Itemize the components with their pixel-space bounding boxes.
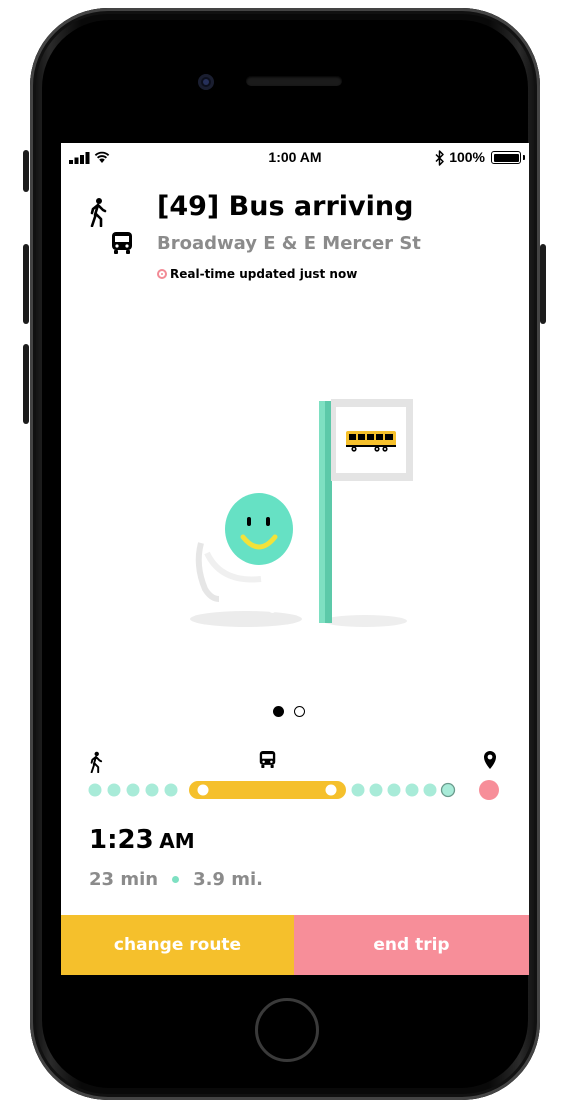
walk-segment-dot bbox=[126, 783, 140, 797]
realtime-label: Real-time updated just now bbox=[170, 267, 358, 281]
bus-alight-stop-dot bbox=[325, 784, 337, 796]
carousel-pager bbox=[273, 706, 305, 717]
arrival-time: 1:23 AM bbox=[89, 825, 195, 855]
end-trip-button[interactable]: end trip bbox=[294, 915, 529, 975]
walk-segment-dot bbox=[164, 783, 178, 797]
bus-icon bbox=[259, 751, 276, 768]
trip-distance: 3.9 mi. bbox=[193, 869, 263, 890]
walking-person-icon bbox=[90, 198, 107, 227]
walk-segment-dot bbox=[88, 783, 102, 797]
waiting-at-bus-stop-illustration bbox=[190, 399, 413, 627]
bluetooth-icon bbox=[435, 150, 444, 166]
walk-segment-dot bbox=[107, 783, 121, 797]
earpiece-speaker bbox=[246, 76, 342, 86]
power-button bbox=[540, 244, 546, 324]
pager-dot-2[interactable] bbox=[294, 706, 305, 717]
realtime-pulse-icon bbox=[157, 269, 167, 279]
walk-segment-dot bbox=[145, 783, 159, 797]
front-camera bbox=[198, 74, 214, 90]
status-bar: 1:00 AM 100% bbox=[61, 143, 529, 173]
walk-segment-dot bbox=[351, 783, 365, 797]
battery-tip bbox=[523, 155, 525, 160]
arrival-time-ampm: AM bbox=[159, 829, 195, 853]
walking-person-icon bbox=[90, 751, 103, 773]
volume-up-button bbox=[23, 244, 29, 324]
change-route-button[interactable]: change route bbox=[61, 915, 294, 975]
pager-dot-1[interactable] bbox=[273, 706, 284, 717]
battery-icon bbox=[491, 151, 521, 164]
walk-segment-dot bbox=[387, 783, 401, 797]
trip-progress-timeline bbox=[88, 780, 499, 800]
bus-board-stop-dot bbox=[197, 784, 209, 796]
battery-percentage: 100% bbox=[449, 149, 485, 165]
app-screen: 1:00 AM 100% [49] Bus arriving Broadway … bbox=[61, 143, 529, 975]
trip-duration: 23 min bbox=[89, 869, 159, 890]
separator-dot bbox=[172, 876, 180, 883]
bus-icon bbox=[112, 232, 132, 254]
walk-segment-dot bbox=[423, 783, 437, 797]
home-button[interactable] bbox=[255, 998, 319, 1062]
stop-name: Broadway E & E Mercer St bbox=[157, 233, 421, 254]
walk-segment-dot bbox=[369, 783, 383, 797]
final-walk-dot bbox=[440, 782, 456, 798]
bus-segment-bar bbox=[189, 781, 346, 799]
realtime-status: Real-time updated just now bbox=[157, 267, 357, 281]
trip-summary: 23 min 3.9 mi. bbox=[89, 869, 263, 890]
trip-title: [49] Bus arriving bbox=[157, 191, 414, 222]
location-pin-icon bbox=[484, 751, 496, 769]
walk-segment-dot bbox=[405, 783, 419, 797]
volume-down-button bbox=[23, 344, 29, 424]
mute-switch bbox=[23, 150, 29, 192]
arrival-time-value: 1:23 bbox=[89, 825, 154, 855]
destination-dot bbox=[479, 780, 499, 800]
